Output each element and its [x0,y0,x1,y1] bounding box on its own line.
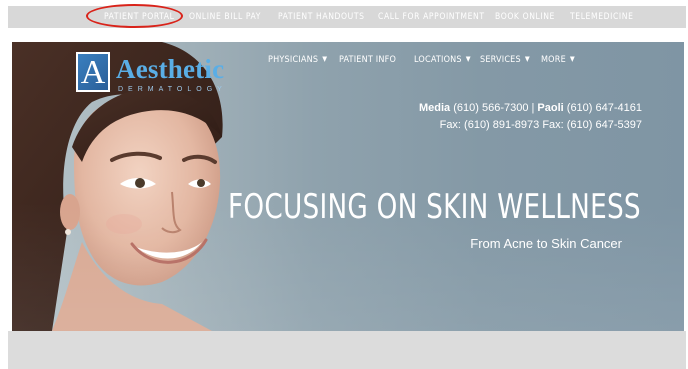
nav-item-locations[interactable]: LOCATIONS ▼ [414,55,471,65]
nav-item-label: PHYSICIANS [268,55,319,65]
paoli-phone[interactable]: (610) 647-4161 [564,102,642,114]
media-location-name: Media [418,102,451,114]
chevron-down-icon: ▼ [524,55,530,63]
nav-item-services[interactable]: SERVICES ▼ [480,55,530,65]
patient-portal-link[interactable]: PATIENT PORTAL [104,6,174,28]
page-content-band [8,331,686,369]
hero-banner: A Aesthetic DERMATOLOGY PHYSICIANS ▼ PATI… [12,42,684,331]
nav-item-label: SERVICES [480,55,521,65]
nav-item-more[interactable]: MORE ▼ [541,55,575,65]
patient-handouts-link[interactable]: PATIENT HANDOUTS [278,6,365,28]
online-bill-pay-link[interactable]: ONLINE BILL PAY [189,6,261,28]
paoli-location-name: Paoli [537,102,564,114]
main-navigation: PHYSICIANS ▼ PATIENT INFO LOCATIONS ▼ SERV… [12,55,684,69]
nav-item-patient-info[interactable]: PATIENT INFO [339,55,396,65]
call-for-appointment-link[interactable]: CALL FOR APPOINTMENT [378,6,485,28]
top-utility-bar: PATIENT PORTAL ONLINE BILL PAY PATIENT H… [8,6,686,28]
phone-line: Media (610) 566-7300 | Paoli (610) 647-4… [419,100,642,117]
contact-info: Media (610) 566-7300 | Paoli (610) 647-4… [419,100,642,134]
telemedicine-link[interactable]: TELEMEDICINE [570,6,634,28]
book-online-link[interactable]: BOOK ONLINE [495,6,555,28]
nav-item-label: PATIENT INFO [339,55,397,65]
chevron-down-icon: ▼ [322,55,328,63]
fax-line: Fax: (610) 891-8973 Fax: (610) 647-5397 [439,119,642,131]
media-phone[interactable]: (610) 566-7300 | [450,102,537,114]
chevron-down-icon: ▼ [569,55,575,63]
hero-subheadline: From Acne to Skin Cancer [470,236,622,251]
logo-subtitle: DERMATOLOGY [118,86,227,93]
chevron-down-icon: ▼ [465,55,471,63]
nav-item-label: LOCATIONS [414,55,462,65]
hero-headline: FOCUSING ON SKIN WELLNESS [228,187,641,227]
nav-item-label: MORE [541,55,566,65]
nav-item-physicians[interactable]: PHYSICIANS ▼ [268,55,327,65]
